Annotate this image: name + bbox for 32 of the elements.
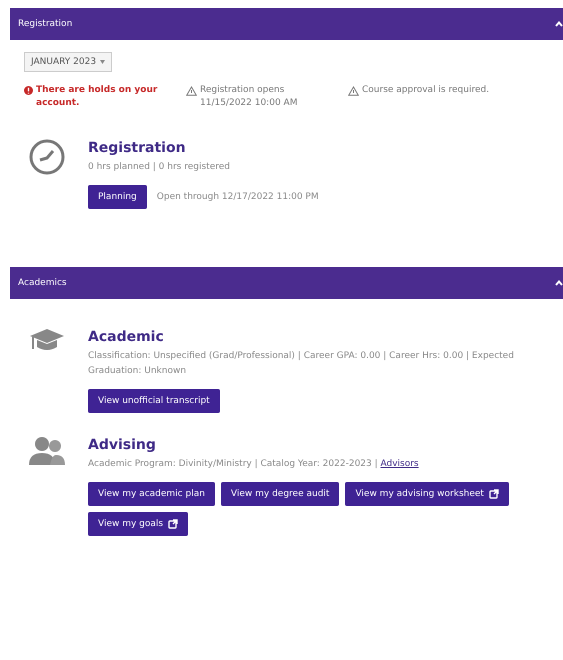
view-button[interactable]: View my advising worksheet (345, 482, 509, 506)
alert-text: Registration opens 11/15/2022 10:00 AM (200, 84, 298, 110)
external-link-icon (488, 489, 499, 499)
section-header[interactable]: Academics (10, 267, 563, 299)
chevron-icon[interactable] (555, 21, 563, 27)
section-header[interactable]: Registration (10, 8, 563, 40)
error-icon (24, 86, 33, 95)
view-button[interactable]: View my academic plan (88, 482, 215, 506)
warning-icon (348, 86, 359, 96)
item-title: Registration (88, 140, 187, 156)
planning-button[interactable]: Planning (88, 185, 147, 209)
warning-icon (186, 86, 197, 96)
people-icon (28, 435, 66, 467)
caret-icon (100, 60, 106, 64)
view-button[interactable]: View unofficial transcript (88, 389, 220, 413)
external-link-icon (168, 519, 178, 529)
term-dropdown[interactable]: JANUARY 2023 (24, 52, 112, 72)
chevron-icon[interactable] (555, 280, 563, 286)
item-summary: Classification: Unspecified (Grad/Professional) | Career GPA: 0.00 | Career Hrs: 0.00 | Expected Graduation: Unknown (88, 350, 515, 378)
advisors-link[interactable]: Advisors (380, 459, 419, 469)
item-title: Advising (88, 437, 157, 453)
section-title: Academics (18, 278, 67, 288)
view-button[interactable]: View my goals (88, 512, 188, 536)
open-through-note: Open through 12/17/2022 11:00 PM (156, 192, 319, 202)
view-button[interactable]: View my degree audit (220, 482, 340, 506)
clock-icon (28, 138, 66, 176)
alert-text: Course approval is required. (362, 84, 490, 97)
item-summary: Academic Program: Divinity/Ministry | Catalog Year: 2022-2023 | Advisors (88, 458, 420, 471)
section-title: Registration (18, 19, 72, 29)
item-title: Academic (88, 329, 165, 345)
item-summary: 0 hrs planned | 0 hrs registered (88, 161, 231, 174)
alert-text: There are holds on your account. (36, 84, 158, 110)
